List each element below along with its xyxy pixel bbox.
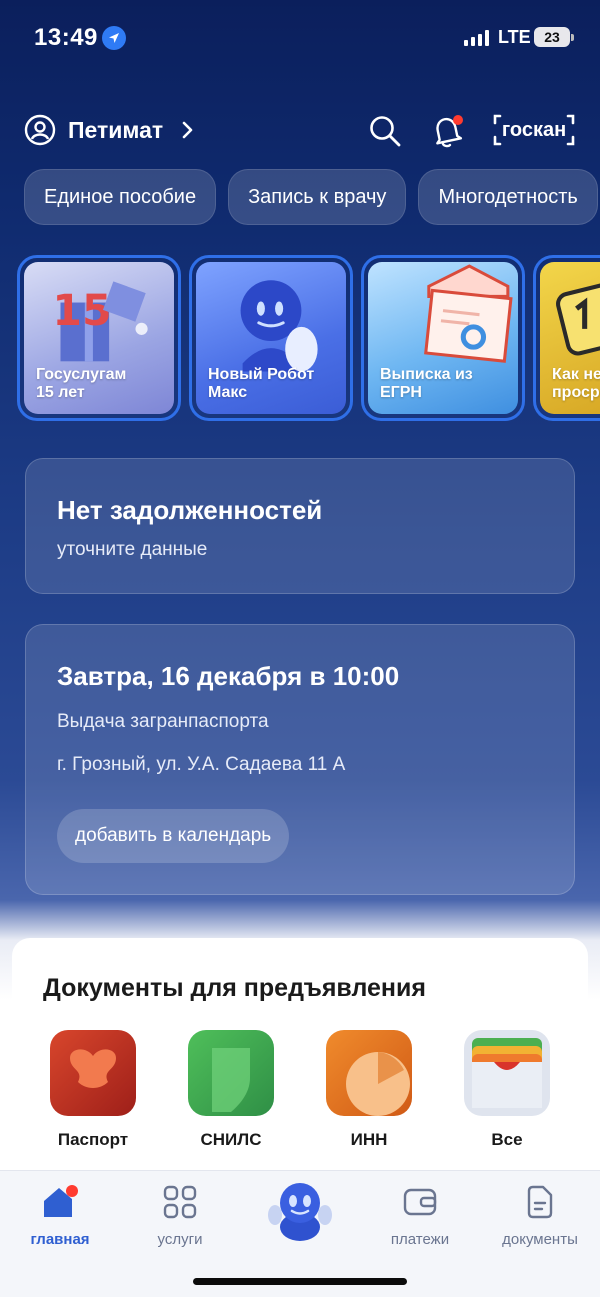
notification-dot (66, 1185, 78, 1197)
chip-large-family[interactable]: Многодетность (418, 169, 598, 225)
chip-unified-benefit[interactable]: Единое пособие (24, 169, 217, 225)
debt-subtitle: уточните данные (57, 539, 208, 560)
bell-icon[interactable] (432, 114, 464, 148)
appointment-card[interactable]: Завтра, 16 декабря в 10:00 Выдача загран… (25, 624, 575, 895)
document-icon (527, 1185, 553, 1219)
robot-max-icon (268, 1183, 332, 1241)
doc-label: Паспорт (57, 1130, 129, 1149)
story-title: Госуслугам 15 лет (36, 366, 127, 401)
home-icon (44, 1185, 78, 1217)
snils-icon (188, 1030, 274, 1116)
doc-snils[interactable]: СНИЛС (188, 1030, 274, 1150)
story-egrn-extract[interactable]: Выписка из ЕГРН (361, 255, 525, 421)
doc-passport[interactable]: Паспорт (50, 1030, 136, 1150)
add-to-calendar-button[interactable]: добавить в календарь (57, 809, 290, 863)
wallet-icon (403, 1188, 437, 1216)
battery-icon: 23 (534, 27, 574, 47)
nav-services[interactable]: услуги (120, 1183, 240, 1248)
home-indicator (193, 1278, 407, 1285)
nav-services-label: услуги (157, 1231, 203, 1248)
chip-doctor-appointment[interactable]: Запись к врачу (228, 169, 407, 225)
nav-home-label: главная (30, 1231, 90, 1248)
nav-home[interactable]: главная (0, 1183, 120, 1248)
cellular-signal-icon (464, 30, 489, 46)
doc-label: СНИЛС (200, 1130, 262, 1149)
story-title: Как не просрочить (552, 366, 600, 401)
nav-robot-assistant[interactable] (240, 1179, 360, 1243)
appointment-service: Выдача загранпаспорта (57, 711, 269, 732)
nav-payments[interactable]: платежи (360, 1183, 480, 1248)
top-header: Петимат госкан (0, 108, 600, 152)
grid-icon (163, 1185, 197, 1219)
debt-title: Нет задолженностей (57, 495, 323, 525)
stories-carousel: 15 Госуслугам 15 лет Новый Робот Макс Вы… (17, 255, 600, 421)
doc-label: ИНН (350, 1130, 388, 1149)
location-arrow-icon (102, 26, 126, 50)
story-title: Выписка из ЕГРН (380, 366, 473, 401)
nav-documents[interactable]: документы (480, 1183, 600, 1248)
wallet-icon (464, 1030, 550, 1116)
search-icon[interactable] (368, 114, 402, 148)
profile-button[interactable]: Петимат (24, 114, 195, 146)
goskan-button[interactable]: госкан (492, 114, 576, 146)
doc-inn[interactable]: ИНН (326, 1030, 412, 1150)
doc-all[interactable]: Все (464, 1030, 550, 1150)
nav-payments-label: платежи (390, 1231, 450, 1248)
nav-documents-label: документы (502, 1231, 578, 1248)
chevron-right-icon (182, 121, 193, 139)
notification-dot (453, 115, 463, 125)
story-title: Новый Робот Макс (208, 366, 315, 401)
network-type: LTE (498, 27, 531, 47)
passport-icon (50, 1030, 136, 1116)
appointment-address: г. Грозный, ул. У.А. Садаева 11 А (57, 754, 346, 775)
documents-panel: Документы для предъявления Паспорт СНИЛС… (12, 938, 588, 1178)
appointment-title: Завтра, 16 декабря в 10:00 (57, 661, 400, 691)
battery-level: 23 (544, 29, 560, 45)
story-15-years[interactable]: 15 Госуслугам 15 лет (17, 255, 181, 421)
story-overdue[interactable]: Как не просрочить (533, 255, 600, 421)
debt-card[interactable]: Нет задолженностей уточните данные (25, 458, 575, 594)
status-bar: 13:49 LTE 23 (0, 0, 600, 80)
svg-text:15: 15 (52, 286, 111, 336)
inn-icon (326, 1030, 412, 1116)
goskan-label: госкан (501, 118, 567, 141)
user-icon (24, 114, 56, 146)
documents-title: Документы для предъявления (43, 974, 426, 1002)
doc-label: Все (491, 1130, 523, 1149)
story-robot-max[interactable]: Новый Робот Макс (189, 255, 353, 421)
user-name: Петимат (68, 116, 164, 143)
status-time: 13:49 (34, 24, 98, 51)
quick-chips: Единое пособие Запись к врачу Многодетно… (24, 169, 598, 225)
